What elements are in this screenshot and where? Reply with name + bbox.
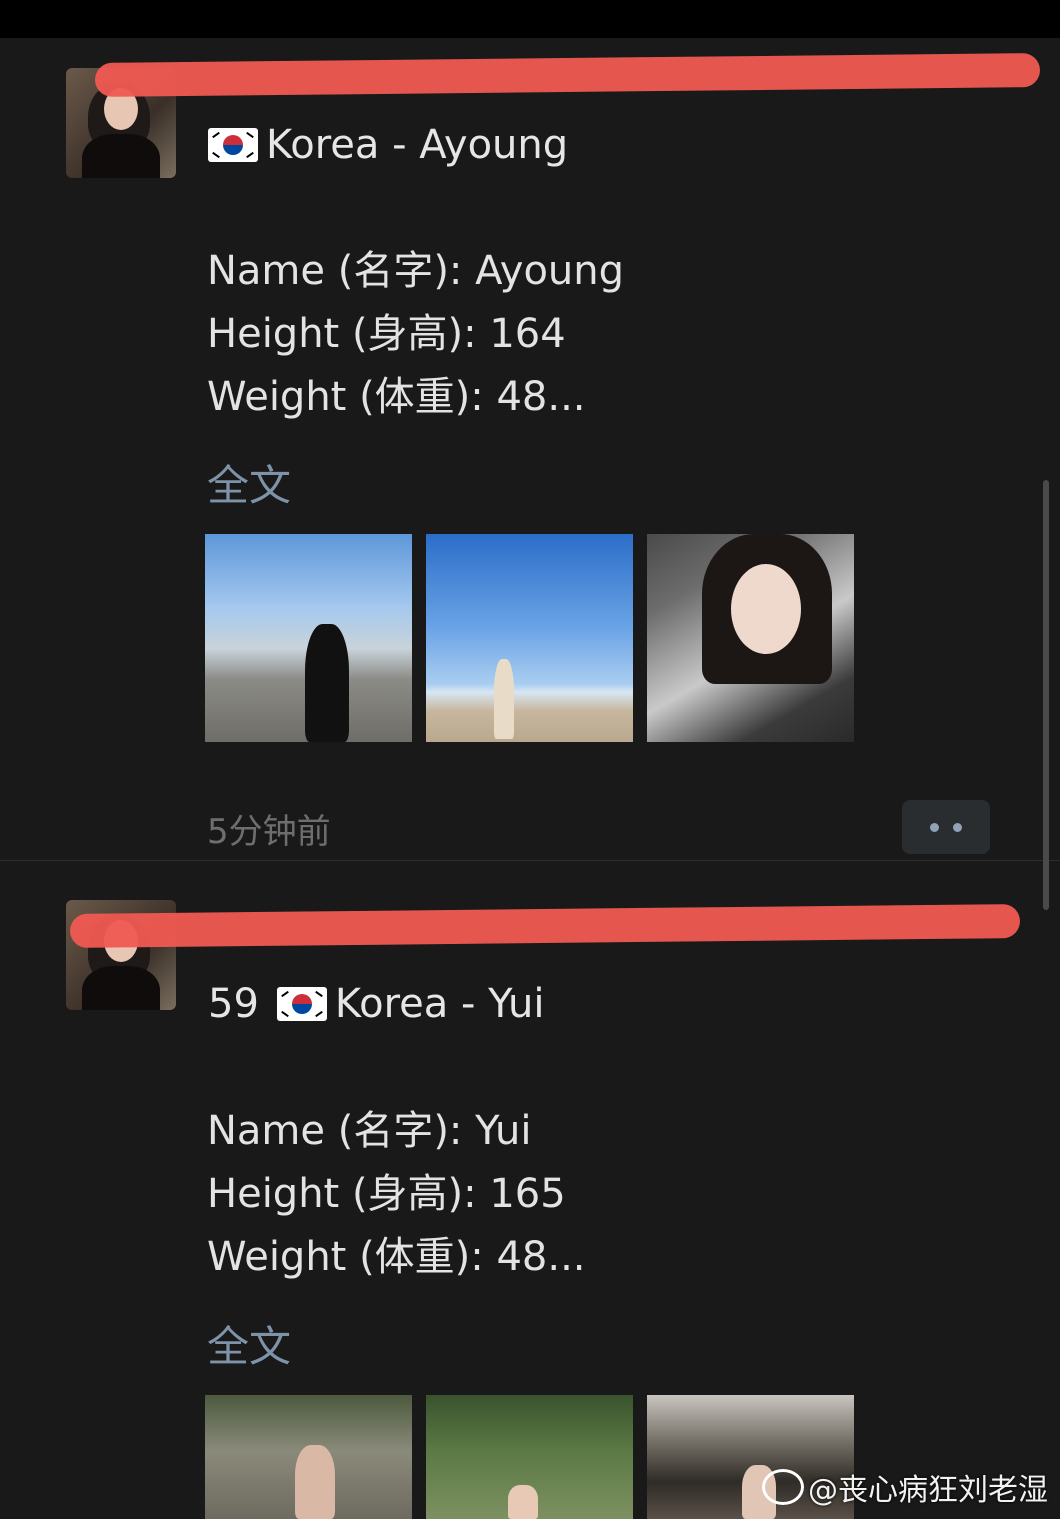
post-title-text: Korea - Yui bbox=[334, 981, 545, 1027]
redaction-mark bbox=[69, 904, 1021, 948]
top-bar bbox=[0, 0, 1060, 38]
watermark-text: @丧心病狂刘老湿 bbox=[808, 1473, 1048, 1508]
photo-thumbnail[interactable] bbox=[205, 1395, 412, 1519]
detail-height: Height (身高): 164 bbox=[207, 311, 566, 357]
fulltext-link[interactable]: 全文 bbox=[207, 1313, 291, 1374]
detail-weight: Weight (体重): 48... bbox=[207, 374, 586, 420]
weibo-logo-icon bbox=[762, 1469, 804, 1505]
timestamp: 5分钟前 bbox=[207, 812, 331, 852]
detail-weight: Weight (体重): 48... bbox=[207, 1234, 586, 1280]
moment-post: 59 Korea - Yui Name (名字): Yui Height (身高… bbox=[0, 861, 1060, 1519]
post-details: Name (名字): Yui Height (身高): 165 Weight (… bbox=[207, 1100, 586, 1289]
detail-height: Height (身高): 165 bbox=[207, 1171, 566, 1217]
detail-name: Name (名字): Yui bbox=[207, 1108, 532, 1154]
detail-name: Name (名字): Ayoung bbox=[207, 248, 625, 294]
fulltext-link[interactable]: 全文 bbox=[207, 452, 291, 513]
moment-post: Korea - Ayoung Name (名字): Ayoung Height … bbox=[0, 38, 1060, 860]
photo-thumbnail[interactable] bbox=[647, 534, 854, 742]
watermark: @丧心病狂刘老湿 bbox=[762, 1465, 1048, 1509]
photo-thumbnail[interactable] bbox=[205, 534, 412, 742]
post-title: Korea - Ayoung bbox=[208, 122, 568, 168]
post-title-text: Korea - Ayoung bbox=[266, 122, 569, 168]
more-options-button[interactable] bbox=[902, 800, 990, 854]
redaction-mark bbox=[94, 53, 1041, 97]
photo-thumbnail[interactable] bbox=[426, 1395, 633, 1519]
photo-thumbnail[interactable] bbox=[426, 534, 633, 742]
post-details: Name (名字): Ayoung Height (身高): 164 Weigh… bbox=[207, 240, 624, 429]
post-title: 59 Korea - Yui bbox=[208, 981, 544, 1027]
scrollbar[interactable] bbox=[1043, 480, 1049, 910]
korea-flag-icon bbox=[276, 987, 327, 1021]
korea-flag-icon bbox=[208, 128, 258, 162]
post-number: 59 bbox=[208, 981, 259, 1027]
